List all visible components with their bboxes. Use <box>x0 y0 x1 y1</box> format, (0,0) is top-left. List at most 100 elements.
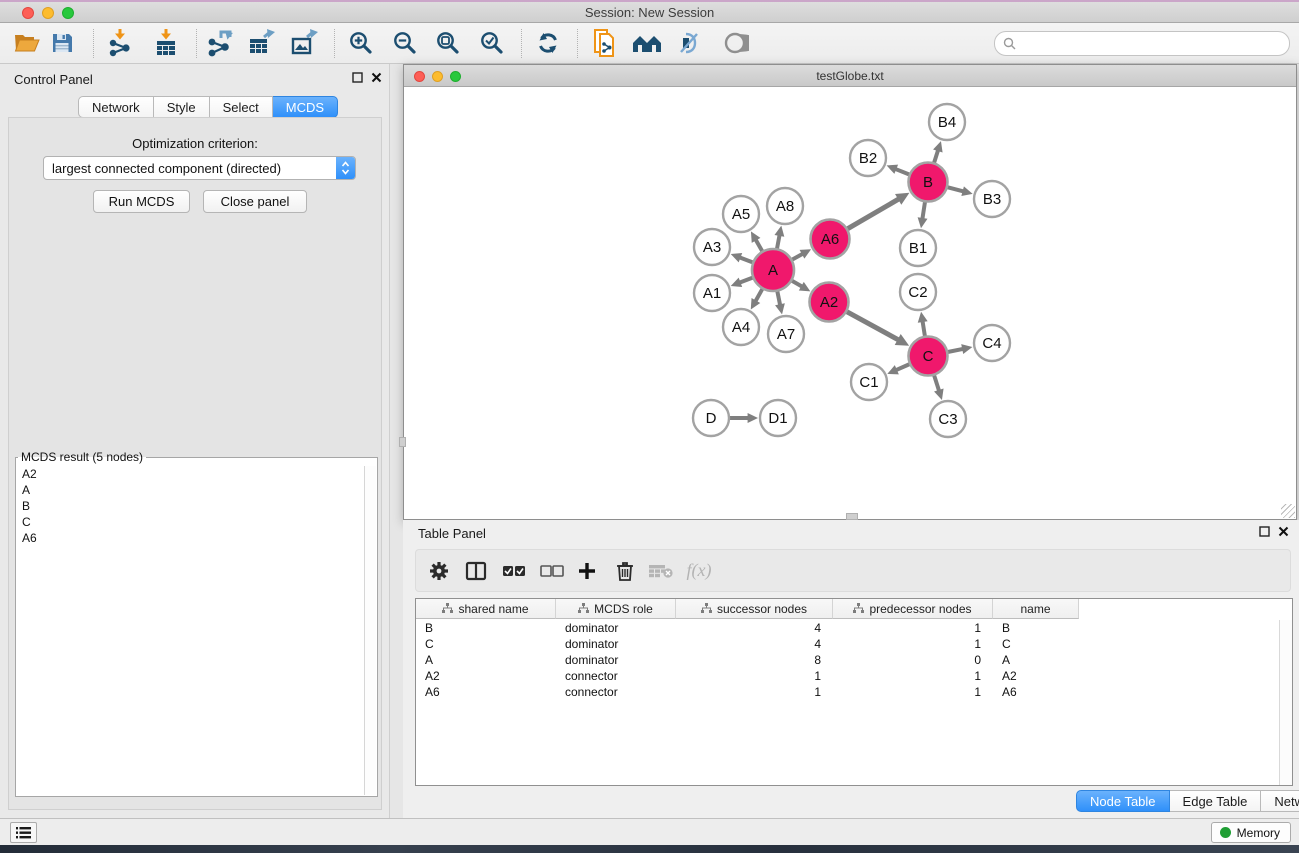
edge-B-B3[interactable] <box>947 187 965 192</box>
create-column-button[interactable] <box>572 554 602 588</box>
optimization-select[interactable]: largest connected component (directed) <box>43 156 356 180</box>
network-canvas[interactable]: AA1A2A3A4A5A6A7A8BB1B2B3B4CC1C2C3C4DD1 <box>404 88 1296 519</box>
export-table-button[interactable] <box>244 26 278 60</box>
edge-C-C3[interactable] <box>934 375 940 392</box>
memory-button[interactable]: Memory <box>1211 822 1291 843</box>
export-network-button[interactable] <box>202 26 236 60</box>
result-item[interactable]: C <box>17 514 364 530</box>
edge-A2-C[interactable] <box>846 311 899 340</box>
graph-node-C[interactable]: C <box>909 337 948 376</box>
refresh-view-button[interactable] <box>531 26 565 60</box>
export-image-button[interactable] <box>287 26 321 60</box>
close-panel-icon[interactable] <box>1278 526 1289 537</box>
result-item[interactable]: A <box>17 482 364 498</box>
zoom-fit-button[interactable] <box>431 26 465 60</box>
save-session-button[interactable] <box>45 26 79 60</box>
net-close-button[interactable] <box>414 71 425 82</box>
minimize-window-button[interactable] <box>42 7 54 19</box>
close-window-button[interactable] <box>22 7 34 19</box>
deselect-all-columns-button[interactable] <box>537 554 567 588</box>
column-header-name[interactable]: name <box>993 599 1079 619</box>
network-graph[interactable]: AA1A2A3A4A5A6A7A8BB1B2B3B4CC1C2C3C4DD1 <box>404 88 1296 519</box>
run-mcds-button[interactable]: Run MCDS <box>93 190 190 213</box>
edge-A6-B[interactable] <box>847 198 900 229</box>
table-row[interactable]: A2connector11A2 <box>416 668 1278 684</box>
delete-column-button[interactable] <box>610 554 640 588</box>
edge-A-A6[interactable] <box>791 253 803 260</box>
table-tab-edge-table[interactable]: Edge Table <box>1170 790 1262 812</box>
table-tab-network-table[interactable]: Network Table <box>1261 790 1299 812</box>
table-body[interactable]: Bdominator41BCdominator41CAdominator80AA… <box>416 620 1278 785</box>
graph-node-A3[interactable]: A3 <box>694 229 730 265</box>
column-header-predecessor-nodes[interactable]: predecessor nodes <box>833 599 993 619</box>
table-row[interactable]: Cdominator41C <box>416 636 1278 652</box>
mcds-result-list[interactable]: A2ABCA6 <box>17 466 364 795</box>
edge-A-A2[interactable] <box>791 280 803 287</box>
float-panel-icon[interactable] <box>352 72 363 83</box>
main-titlebar[interactable]: Session: New Session <box>0 2 1299 23</box>
search-field[interactable] <box>994 31 1290 56</box>
show-details-button[interactable] <box>718 26 752 60</box>
zoom-out-button[interactable] <box>388 26 422 60</box>
graph-node-A8[interactable]: A8 <box>767 188 803 224</box>
tab-style[interactable]: Style <box>154 96 210 118</box>
graph-node-C2[interactable]: C2 <box>900 274 936 310</box>
select-all-columns-button[interactable] <box>499 554 529 588</box>
search-input[interactable] <box>1021 37 1289 51</box>
edge-A-A4[interactable] <box>755 288 763 302</box>
float-panel-icon[interactable] <box>1259 526 1270 537</box>
edge-A-A3[interactable] <box>739 257 754 263</box>
result-item[interactable]: A2 <box>17 466 364 482</box>
graph-node-B3[interactable]: B3 <box>974 181 1010 217</box>
zoom-in-button[interactable] <box>344 26 378 60</box>
function-builder-button[interactable]: f(x) <box>684 554 714 588</box>
table-scrollbar[interactable] <box>1279 620 1292 785</box>
graph-node-B1[interactable]: B1 <box>900 230 936 266</box>
window-resize-grip[interactable] <box>1281 504 1295 518</box>
graph-node-C1[interactable]: C1 <box>851 364 887 400</box>
select-stepper[interactable] <box>336 157 355 179</box>
graph-node-B2[interactable]: B2 <box>850 140 886 176</box>
result-scrollbar[interactable] <box>364 466 376 795</box>
close-panel-button[interactable]: Close panel <box>203 190 307 213</box>
graph-node-A7[interactable]: A7 <box>768 316 804 352</box>
network-window-titlebar[interactable]: testGlobe.txt <box>404 65 1296 87</box>
clone-network-button[interactable] <box>588 26 622 60</box>
import-network-button[interactable] <box>103 26 137 60</box>
show-columns-button[interactable] <box>461 554 491 588</box>
table-row[interactable]: A6connector11A6 <box>416 684 1278 700</box>
close-panel-icon[interactable] <box>371 72 382 83</box>
zoom-window-button[interactable] <box>62 7 74 19</box>
splitter-handle-horizontal[interactable] <box>846 513 858 520</box>
graph-node-C4[interactable]: C4 <box>974 325 1010 361</box>
tab-network[interactable]: Network <box>78 96 154 118</box>
graph-node-D1[interactable]: D1 <box>760 400 796 436</box>
net-minimize-button[interactable] <box>432 71 443 82</box>
graph-node-A[interactable]: A <box>752 249 794 291</box>
tab-select[interactable]: Select <box>210 96 273 118</box>
tab-mcds[interactable]: MCDS <box>273 96 338 118</box>
column-header-shared-name[interactable]: shared name <box>416 599 556 619</box>
node-table[interactable]: shared nameMCDS rolesuccessor nodesprede… <box>415 598 1293 786</box>
graph-node-A5[interactable]: A5 <box>723 196 759 232</box>
edge-B-B2[interactable] <box>894 169 910 175</box>
graph-node-A6[interactable]: A6 <box>811 220 850 259</box>
column-header-MCDS-role[interactable]: MCDS role <box>556 599 676 619</box>
network-view-window[interactable]: testGlobe.txt AA1A2A3A4A5A6A7A8BB1B2B3B4… <box>403 64 1297 520</box>
edge-C-C2[interactable] <box>922 320 925 337</box>
open-session-button[interactable] <box>10 26 44 60</box>
result-item[interactable]: A6 <box>17 530 364 546</box>
edge-B-B4[interactable] <box>934 149 939 163</box>
hide-panels-button[interactable] <box>673 26 707 60</box>
graph-node-A4[interactable]: A4 <box>723 309 759 345</box>
edge-C-C4[interactable] <box>947 349 964 352</box>
result-item[interactable]: B <box>17 498 364 514</box>
task-history-button[interactable] <box>10 822 37 843</box>
graph-node-B4[interactable]: B4 <box>929 104 965 140</box>
home-button[interactable] <box>630 26 664 60</box>
table-tab-node-table[interactable]: Node Table <box>1076 790 1170 812</box>
table-settings-button[interactable] <box>424 554 454 588</box>
graph-node-A2[interactable]: A2 <box>810 283 849 322</box>
edge-A-A1[interactable] <box>739 277 754 283</box>
edge-A-A5[interactable] <box>755 239 762 252</box>
